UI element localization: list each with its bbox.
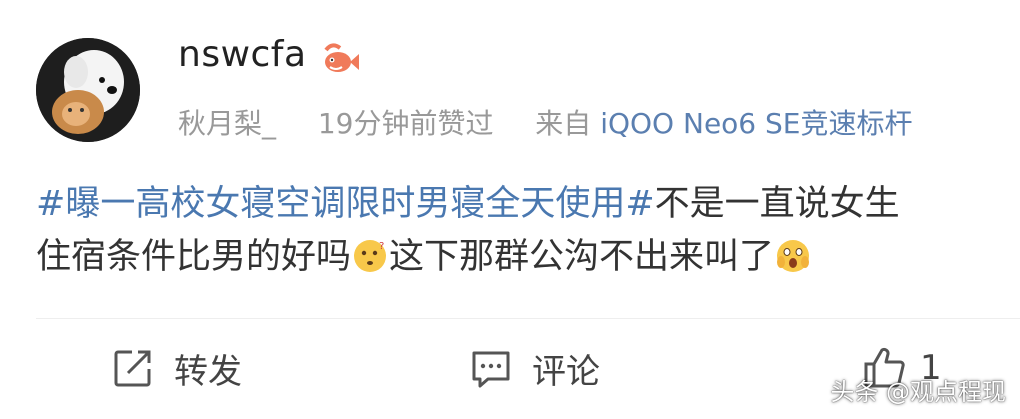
watermark: 头条 @观点程现 xyxy=(830,378,1006,406)
content-text-2b: 这下那群公沟不出来叫了 xyxy=(389,237,775,277)
content-line-2: 住宿条件比男的好吗? 这下那群公沟不出来叫了 xyxy=(36,231,1020,284)
screaming-face-icon xyxy=(777,240,810,272)
liked-time: 19分钟前赞过 xyxy=(317,107,494,140)
source-prefix: 来自 xyxy=(535,107,592,140)
liker-name[interactable]: 秋月梨_ xyxy=(178,107,276,140)
fish-badge-icon xyxy=(324,43,359,72)
username[interactable]: nswcfa xyxy=(178,34,307,75)
comment-label: 评论 xyxy=(532,351,600,392)
content-line-1: #曝一高校女寝空调限时男寝全天使用#不是一直说女生 xyxy=(36,178,1020,231)
avatar[interactable] xyxy=(36,38,140,142)
repost-button[interactable]: 转发 xyxy=(112,345,242,392)
content-text-1: 不是一直说女生 xyxy=(654,184,900,224)
post-meta: 秋月梨_ 19分钟前赞过 来自 iQOO Neo6 SE竞速标杆 xyxy=(178,102,912,142)
content-text-2a: 住宿条件比男的好吗 xyxy=(36,237,352,277)
repost-label: 转发 xyxy=(174,351,242,392)
divider xyxy=(36,318,1020,319)
thinking-face-icon: ? xyxy=(354,240,387,272)
svg-text:?: ? xyxy=(379,241,384,252)
source-device[interactable]: iQOO Neo6 SE竞速标杆 xyxy=(600,107,912,140)
post-content: #曝一高校女寝空调限时男寝全天使用#不是一直说女生 住宿条件比男的好吗? 这下那群… xyxy=(36,178,1020,284)
comment-icon xyxy=(472,351,510,388)
topic-link[interactable]: #曝一高校女寝空调限时男寝全天使用# xyxy=(36,184,655,224)
repost-icon xyxy=(114,350,151,387)
comment-button[interactable]: 评论 xyxy=(470,345,600,392)
